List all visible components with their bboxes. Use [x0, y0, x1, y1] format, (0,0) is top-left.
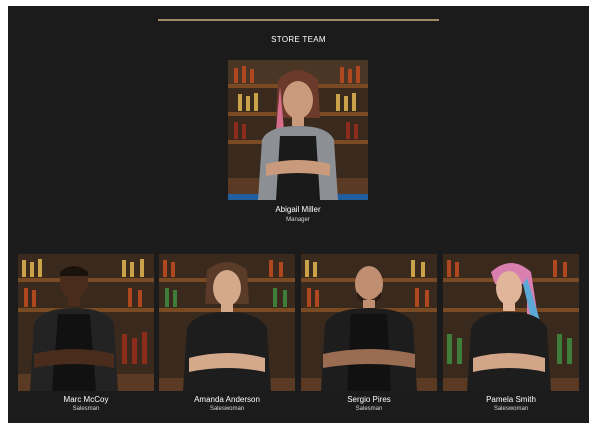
- member-role: Salesman: [355, 406, 383, 412]
- member-photo: [443, 254, 579, 391]
- team-member-card: Pamela Smith Saleswoman: [443, 254, 579, 416]
- member-photo: [159, 254, 295, 391]
- page: STORE TEAM Abigail Miller Manager Marc M…: [0, 0, 593, 425]
- member-role: Manager: [286, 217, 310, 223]
- team-member-card: Sergio Pires Salesman: [301, 254, 437, 416]
- section-divider: [158, 19, 439, 21]
- team-member-card: Amanda Anderson Saleswoman: [159, 254, 295, 416]
- member-photo: [18, 254, 154, 391]
- member-name: Sergio Pires: [347, 395, 391, 404]
- team-section: STORE TEAM Abigail Miller Manager Marc M…: [8, 6, 589, 423]
- member-photo: [301, 254, 437, 391]
- member-name: Pamela Smith: [486, 395, 536, 404]
- member-photo: [228, 60, 368, 200]
- member-role: Saleswoman: [493, 406, 529, 412]
- member-name: Amanda Anderson: [194, 395, 260, 404]
- member-name: Marc McCoy: [63, 395, 109, 404]
- member-name: Abigail Miller: [275, 205, 321, 214]
- section-title: STORE TEAM: [271, 35, 326, 44]
- member-role: Saleswoman: [209, 406, 245, 412]
- team-member-card-manager: Abigail Miller Manager: [228, 60, 368, 230]
- team-member-card: Marc McCoy Salesman: [18, 254, 154, 416]
- member-role: Salesman: [72, 406, 100, 412]
